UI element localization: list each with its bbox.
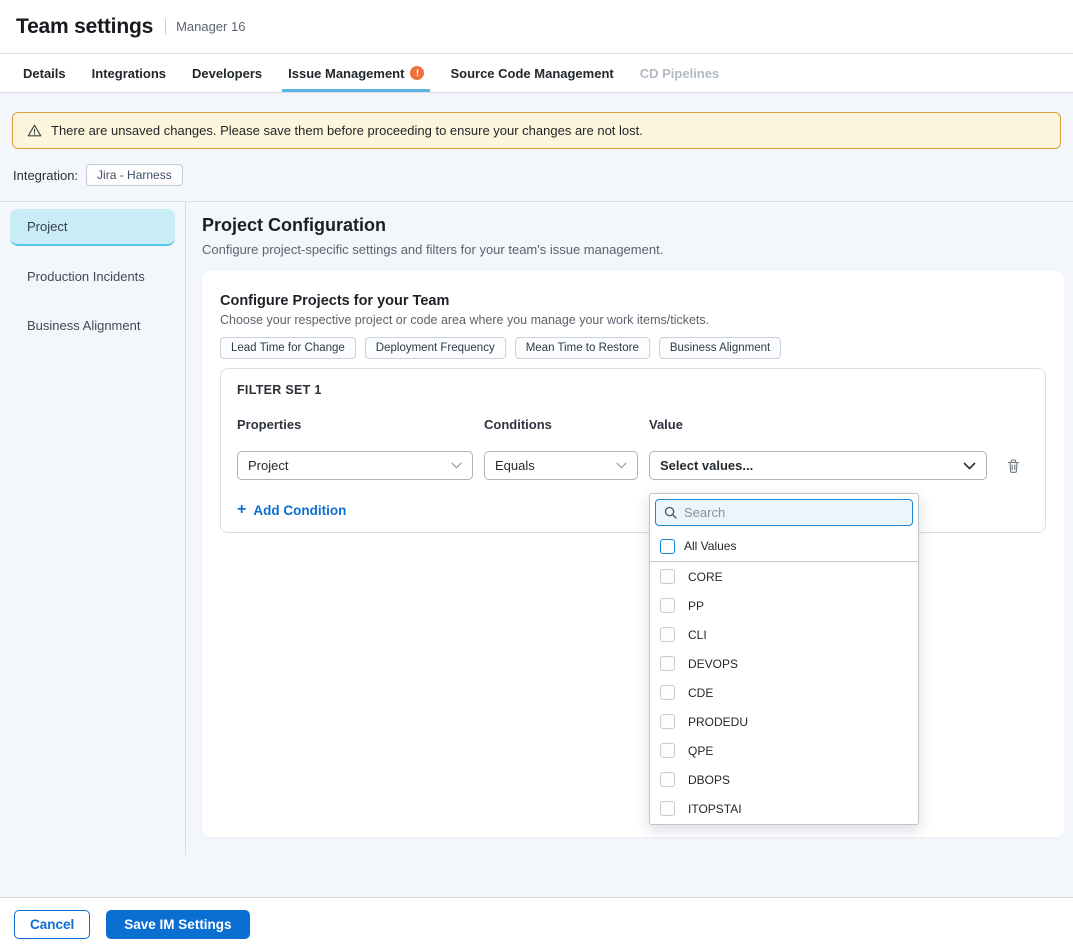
dropdown-option-dbops[interactable]: DBOPS [650, 765, 918, 794]
section-title: Project Configuration [202, 215, 1064, 236]
dropdown-option-qpe[interactable]: QPE [650, 736, 918, 765]
search-icon [664, 506, 677, 519]
title-divider [165, 19, 166, 35]
chevron-down-icon [451, 462, 462, 469]
option-checkbox[interactable] [660, 743, 675, 758]
unsaved-changes-banner: There are unsaved changes. Please save t… [12, 112, 1061, 149]
metric-tag-business-alignment: Business Alignment [659, 337, 781, 359]
value-select[interactable]: Select values... [649, 451, 987, 480]
sidebar-item-business-alignment[interactable]: Business Alignment [10, 307, 175, 344]
conditions-column-label: Conditions [484, 417, 638, 432]
metric-tags-row: Lead Time for Change Deployment Frequenc… [220, 337, 1046, 359]
option-checkbox[interactable] [660, 627, 675, 642]
page-title: Team settings [16, 15, 153, 39]
card-title: Configure Projects for your Team [220, 293, 1046, 309]
property-select[interactable]: Project [237, 451, 473, 480]
im-sidebar: Project Production Incidents Business Al… [0, 202, 186, 855]
dropdown-option-devops[interactable]: DEVOPS [650, 649, 918, 678]
trash-icon [1006, 458, 1021, 474]
filter-column-labels: Properties Conditions Value [237, 417, 1029, 432]
footer-actions: Cancel Save IM Settings [0, 897, 1073, 951]
save-im-settings-button[interactable]: Save IM Settings [106, 910, 249, 939]
value-dropdown-panel: All Values CORE PP [649, 493, 919, 825]
integration-label: Integration: [13, 168, 78, 183]
dropdown-option-itopstai[interactable]: ITOPSTAI [650, 794, 918, 823]
dropdown-option-pp[interactable]: PP [650, 591, 918, 620]
filter-set-1: FILTER SET 1 Properties Conditions Value… [220, 368, 1046, 533]
metric-tag-mean-time-to-restore: Mean Time to Restore [515, 337, 650, 359]
select-all-option[interactable]: All Values [650, 531, 918, 561]
delete-filter-button[interactable] [998, 451, 1028, 480]
tab-issue-management[interactable]: Issue Management ! [282, 54, 430, 92]
settings-body: There are unsaved changes. Please save t… [0, 93, 1073, 897]
plus-icon: + [237, 502, 246, 518]
filter-condition-row: Project Equals [237, 451, 1029, 480]
chevron-down-icon [963, 462, 976, 470]
tab-developers[interactable]: Developers [186, 54, 268, 92]
banner-text: There are unsaved changes. Please save t… [51, 123, 643, 138]
metric-tag-deployment-frequency: Deployment Frequency [365, 337, 506, 359]
all-values-checkbox[interactable] [660, 539, 675, 554]
team-name-label: Manager 16 [176, 19, 245, 34]
tab-source-code-management[interactable]: Source Code Management [444, 54, 619, 92]
metric-tag-lead-time-for-change: Lead Time for Change [220, 337, 356, 359]
dropdown-option-core[interactable]: CORE [650, 562, 918, 591]
option-checkbox[interactable] [660, 801, 675, 816]
cancel-button[interactable]: Cancel [14, 910, 90, 939]
sidebar-item-project[interactable]: Project [10, 209, 175, 246]
condition-select[interactable]: Equals [484, 451, 638, 480]
section-subtitle: Configure project-specific settings and … [202, 242, 1064, 257]
settings-tabbar: Details Integrations Developers Issue Ma… [0, 54, 1073, 93]
chevron-down-icon [616, 462, 627, 469]
properties-column-label: Properties [237, 417, 473, 432]
content-row: Project Production Incidents Business Al… [0, 202, 1073, 855]
warning-icon [27, 123, 42, 138]
option-checkbox[interactable] [660, 714, 675, 729]
option-checkbox[interactable] [660, 685, 675, 700]
dropdown-option-cli[interactable]: CLI [650, 620, 918, 649]
tab-integrations[interactable]: Integrations [86, 54, 172, 92]
option-checkbox[interactable] [660, 656, 675, 671]
team-settings-page: Team settings Manager 16 Details Integra… [0, 0, 1073, 951]
dropdown-option-prodedu[interactable]: PRODEDU [650, 707, 918, 736]
value-column-label: Value [649, 417, 987, 432]
sidebar-item-production-incidents[interactable]: Production Incidents [10, 258, 175, 295]
dropdown-option-cde[interactable]: CDE [650, 678, 918, 707]
option-checkbox[interactable] [660, 772, 675, 787]
option-checkbox[interactable] [660, 569, 675, 584]
page-header: Team settings Manager 16 [0, 0, 1073, 54]
unsaved-alert-badge: ! [410, 66, 424, 80]
dropdown-option-pipe[interactable]: PIPE [650, 823, 918, 825]
integration-row: Integration: Jira - Harness [13, 164, 1073, 186]
option-checkbox[interactable] [660, 598, 675, 613]
tab-details[interactable]: Details [17, 54, 72, 92]
card-subtitle: Choose your respective project or code a… [220, 313, 1046, 327]
add-condition-button[interactable]: + Add Condition [237, 502, 346, 518]
dropdown-search [655, 499, 913, 526]
configure-projects-card: Configure Projects for your Team Choose … [202, 271, 1064, 837]
main-panel: Project Configuration Configure project-… [186, 202, 1073, 855]
filter-set-title: FILTER SET 1 [237, 383, 1029, 397]
integration-chip[interactable]: Jira - Harness [86, 164, 183, 186]
search-input[interactable] [684, 505, 904, 520]
tab-cd-pipelines: CD Pipelines [634, 54, 725, 92]
